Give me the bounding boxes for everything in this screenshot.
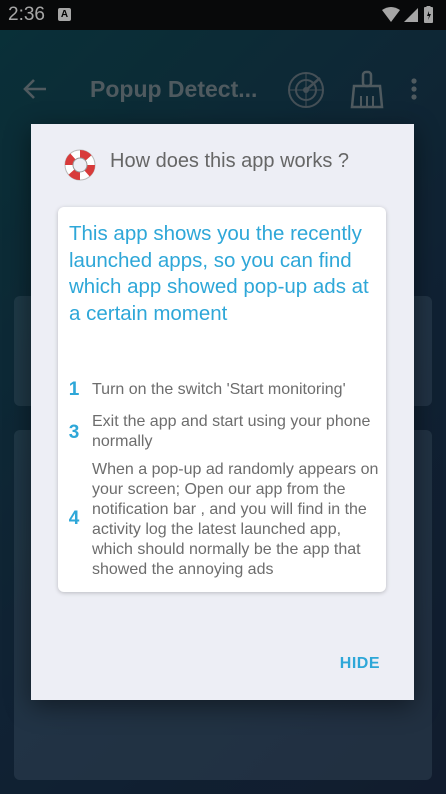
step-item: 3 Exit the app and start using your phon… [58, 411, 386, 455]
step-number: 1 [68, 379, 80, 400]
info-headline: This app shows you the recently launched… [69, 222, 369, 325]
lifebuoy-icon [64, 149, 96, 181]
step-item: 4 When a pop-up ad randomly appears on y… [58, 459, 386, 583]
step-item: 1 Turn on the switch 'Start monitoring' [58, 379, 386, 403]
step-number: 4 [68, 508, 80, 529]
step-text: Exit the app and start using your phone … [92, 413, 371, 450]
dialog-title: How does this app works ? [110, 150, 350, 172]
help-dialog: How does this app works ? This app shows… [31, 124, 414, 700]
step-text: When a pop-up ad randomly appears on you… [92, 461, 379, 578]
hide-button[interactable]: HIDE [340, 655, 380, 673]
step-number: 3 [68, 422, 80, 443]
info-card: This app shows you the recently launched… [58, 207, 386, 592]
step-text: Turn on the switch 'Start monitoring' [92, 381, 346, 398]
